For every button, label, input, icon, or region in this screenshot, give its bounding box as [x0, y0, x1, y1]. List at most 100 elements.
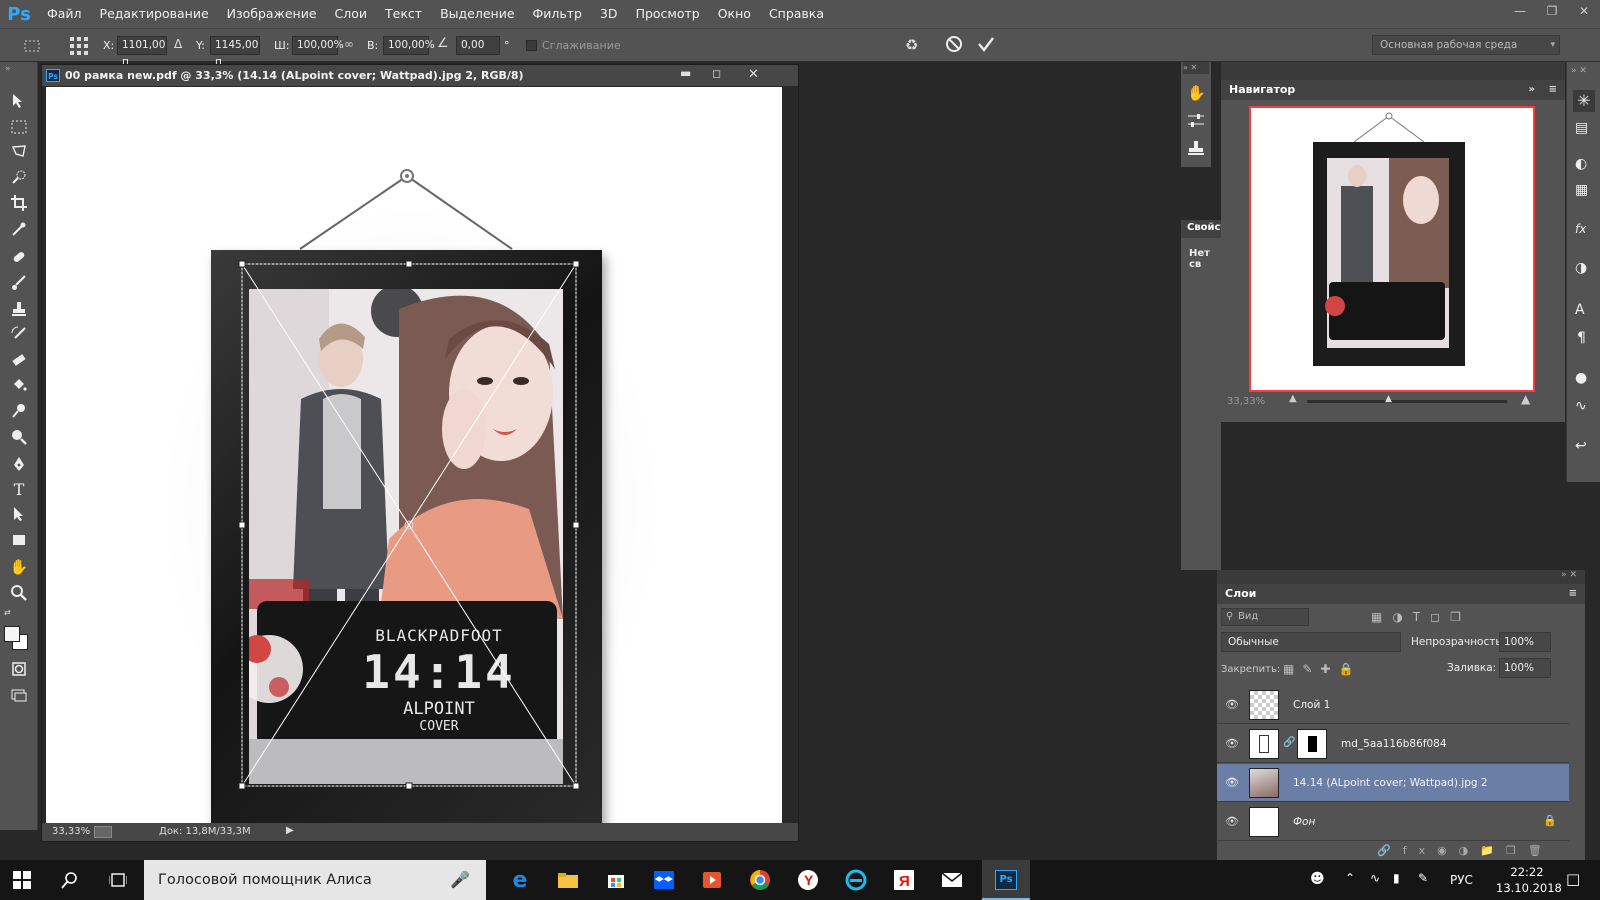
menu-text[interactable]: Текст	[376, 0, 431, 28]
restore-icon[interactable]: ❐	[1536, 0, 1568, 22]
warp-icon[interactable]: ♻	[905, 36, 925, 56]
yandex-icon[interactable]: Я	[884, 866, 924, 894]
status-icon[interactable]	[94, 826, 112, 838]
healing-brush-icon[interactable]	[6, 246, 32, 268]
workspace-select[interactable]: Основная рабочая среда ▾	[1372, 35, 1560, 55]
close-icon[interactable]: ✕	[1568, 0, 1600, 22]
marquee-tool-icon[interactable]	[6, 116, 32, 138]
paragraph-icon[interactable]: ¶	[1577, 330, 1586, 346]
zoom-tool-icon[interactable]	[6, 582, 32, 604]
path-selection-icon[interactable]	[6, 503, 32, 525]
channels-icon[interactable]: ●	[1575, 370, 1587, 386]
layer-row[interactable]: 👁 Слой 1	[1217, 686, 1569, 724]
menu-edit[interactable]: Редактирование	[91, 0, 218, 28]
color-panel-icon[interactable]: ◐	[1575, 156, 1587, 172]
menu-image[interactable]: Изображение	[218, 0, 326, 28]
minimize-icon[interactable]: —	[1504, 0, 1536, 22]
height-field[interactable]: 100,00%	[383, 36, 435, 55]
tray-expand-icon[interactable]: ⌃	[1345, 871, 1355, 885]
foreground-color-swatch[interactable]	[4, 626, 20, 642]
brush-tool-icon[interactable]	[6, 272, 32, 294]
language-indicator[interactable]: РУС	[1450, 873, 1473, 887]
width-field[interactable]: 100,00%	[292, 36, 344, 55]
y-field[interactable]: 1145,00 п	[210, 36, 260, 68]
chrome-icon[interactable]	[740, 866, 780, 894]
people-icon[interactable]: ☻	[1310, 871, 1325, 887]
hand-tool-icon[interactable]: ✋	[6, 556, 32, 578]
paint-bucket-icon[interactable]	[6, 374, 32, 396]
swatches-icon[interactable]: ▦	[1575, 182, 1588, 198]
eyedropper-icon[interactable]	[6, 218, 32, 240]
navigator-preview[interactable]	[1249, 106, 1535, 392]
layer-row[interactable]: 👁 Фон 🔒	[1217, 803, 1569, 841]
transform-bounding-box[interactable]	[46, 87, 782, 823]
document-tab[interactable]: Ps 00 рамка new.pdf @ 33,3% (14.14 (ALpo…	[42, 65, 798, 87]
zoom-level[interactable]: 33,33%	[52, 826, 90, 837]
canvas[interactable]: BLACKPADFOOT 14:14 ALPOINT COVER	[46, 87, 782, 823]
reference-point-icon[interactable]	[68, 35, 90, 57]
photoshop-logo[interactable]: Ps	[0, 0, 38, 28]
history-icon[interactable]: ↩	[1575, 438, 1587, 454]
visibility-eye-icon[interactable]: 👁	[1225, 737, 1239, 750]
layer-filter-select[interactable]: ⚲ Вид	[1221, 608, 1309, 626]
eraser-icon[interactable]	[6, 348, 32, 370]
layers-menu-icon[interactable]: ≡	[1569, 584, 1577, 604]
zoom-in-icon[interactable]: ▲	[1521, 392, 1530, 406]
quick-selection-icon[interactable]	[6, 166, 32, 188]
doc-restore-icon[interactable]: ◻	[712, 67, 721, 80]
histogram-icon[interactable]: ▤	[1575, 120, 1588, 136]
menu-window[interactable]: Окно	[709, 0, 760, 28]
battery-icon[interactable]: ▮	[1393, 871, 1400, 885]
media-player-icon[interactable]	[692, 866, 732, 894]
navigator-expand-icon[interactable]: »	[1529, 80, 1535, 100]
menu-filter[interactable]: Фильтр	[524, 0, 591, 28]
pen-tool-icon[interactable]	[6, 453, 32, 475]
rectangle-tool-icon[interactable]	[6, 529, 32, 551]
internet-explorer-icon[interactable]	[836, 866, 876, 894]
notifications-icon[interactable]: □	[1566, 870, 1580, 888]
file-explorer-icon[interactable]	[548, 866, 588, 894]
clock-time[interactable]: 22:22	[1500, 865, 1554, 879]
layer-actions-icons[interactable]: 🔗fx◉◑📁❐🗑	[1377, 844, 1554, 857]
menu-3d[interactable]: 3D	[591, 0, 627, 28]
lasso-tool-icon[interactable]	[6, 141, 32, 163]
microphone-icon[interactable]: 🎤	[450, 860, 470, 900]
menu-select[interactable]: Выделение	[431, 0, 523, 28]
dodge-tool-icon[interactable]	[6, 400, 32, 422]
voice-assistant-box[interactable]: Голосовой помощник Алиса 🎤	[144, 860, 486, 900]
store-icon[interactable]	[596, 866, 636, 894]
styles-icon[interactable]: fx	[1575, 222, 1586, 236]
search-icon[interactable]	[50, 866, 90, 894]
commit-transform-icon[interactable]	[976, 34, 996, 54]
navigator-menu-icon[interactable]: ≡	[1549, 80, 1557, 100]
quick-mask-icon[interactable]	[6, 658, 32, 680]
layer-row-selected[interactable]: 👁 14.14 (ALpoint cover; Wattpad).jpg 2	[1217, 764, 1569, 802]
character-icon[interactable]: A	[1575, 302, 1585, 318]
pen-ink-icon[interactable]: ✎	[1418, 871, 1428, 885]
menu-view[interactable]: Просмотр	[627, 0, 709, 28]
task-view-icon[interactable]	[98, 866, 138, 894]
navigator-zoom-slider[interactable]	[1307, 400, 1507, 403]
clock-date[interactable]: 13.10.2018	[1496, 881, 1562, 895]
screen-mode-icon[interactable]	[6, 684, 32, 706]
cancel-transform-icon[interactable]	[944, 34, 964, 54]
clone-stamp-icon[interactable]	[6, 298, 32, 320]
lock-icons[interactable]: ▦✎✚🔒	[1283, 662, 1361, 676]
zoom-out-icon[interactable]: ▲	[1289, 393, 1297, 404]
opacity-field[interactable]: 100%	[1499, 632, 1551, 652]
layer-filter-icons[interactable]: ▦◑T◻❐	[1371, 610, 1471, 624]
visibility-eye-icon[interactable]: 👁	[1225, 776, 1239, 789]
menu-layers[interactable]: Слои	[326, 0, 377, 28]
wifi-icon[interactable]: ∿	[1370, 871, 1380, 885]
doc-minimize-icon[interactable]: ▬	[680, 66, 691, 80]
photoshop-taskbar-button[interactable]: Ps	[982, 860, 1030, 900]
paths-icon[interactable]: ∿	[1575, 398, 1587, 414]
move-tool-icon[interactable]	[6, 90, 32, 112]
zoom-slider-handle-icon[interactable]: ▲	[1385, 394, 1392, 404]
edge-browser-icon[interactable]: e	[500, 866, 540, 894]
windows-start-icon[interactable]	[2, 866, 42, 894]
type-tool-icon[interactable]: T	[6, 478, 32, 500]
crop-tool-icon[interactable]	[6, 192, 32, 214]
stamp-icon[interactable]	[1187, 140, 1205, 159]
link-icon[interactable]: ∞	[344, 37, 354, 51]
